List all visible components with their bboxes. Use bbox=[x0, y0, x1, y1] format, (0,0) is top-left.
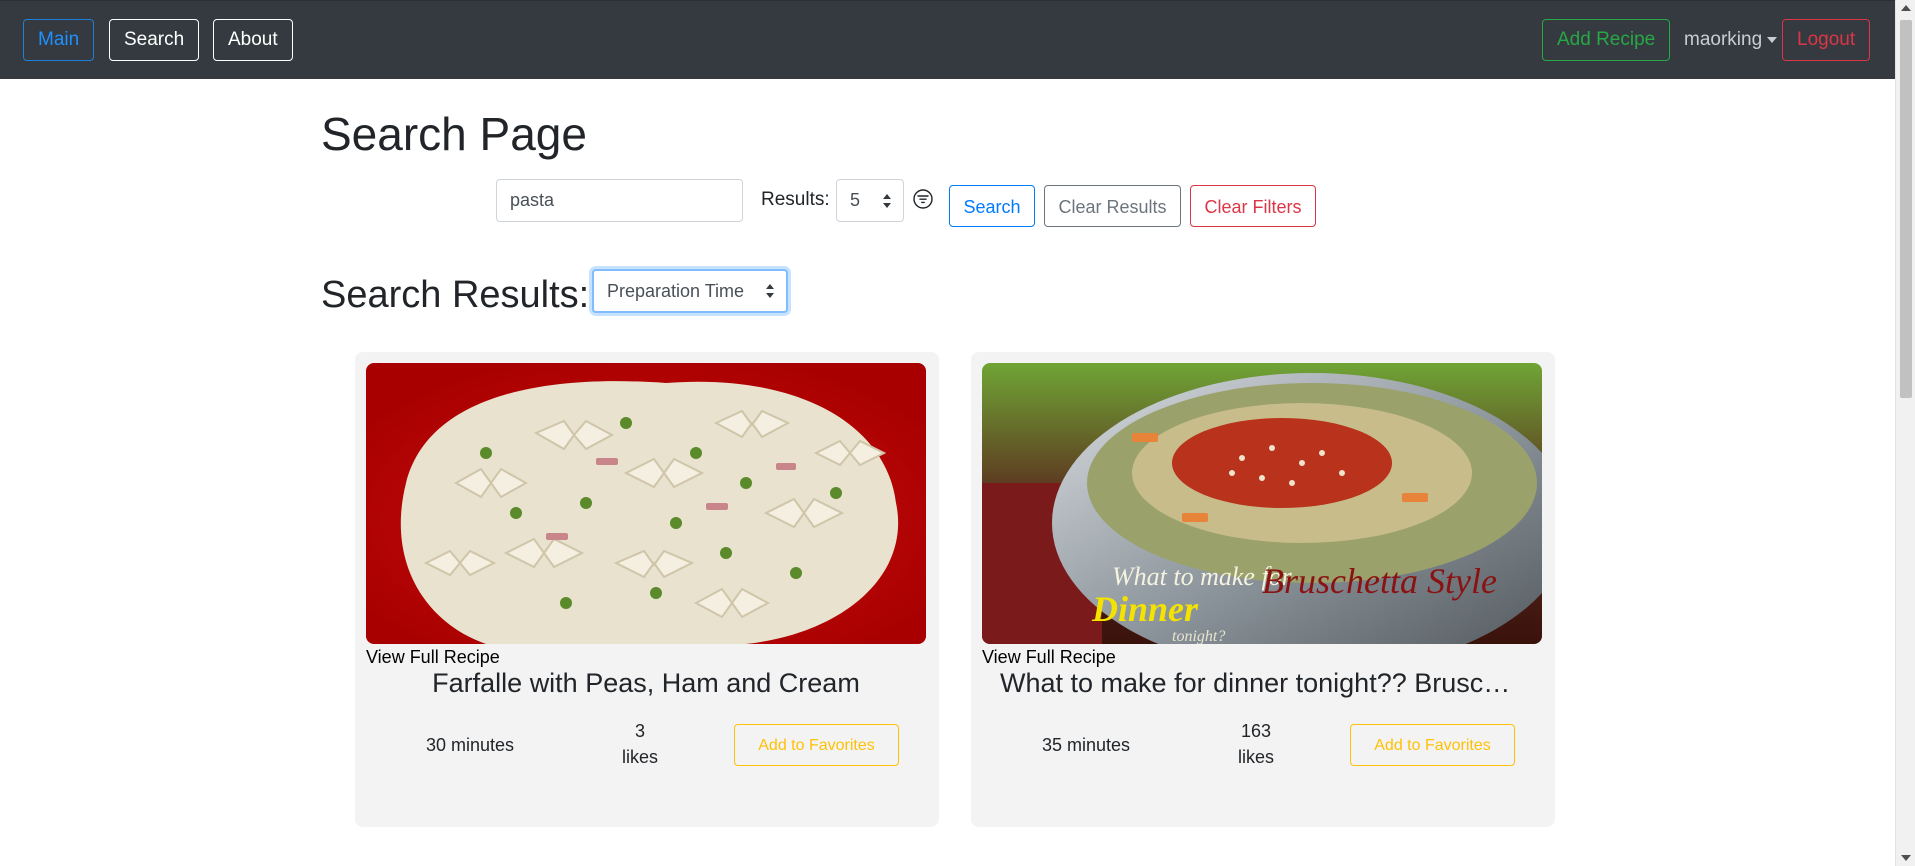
sort-select[interactable]: Preparation Time bbox=[592, 269, 788, 313]
caret-down-icon bbox=[1767, 36, 1778, 43]
scroll-up-arrow-icon[interactable] bbox=[1901, 5, 1911, 11]
likes-number: 163 bbox=[1240, 721, 1272, 741]
user-dropdown[interactable]: maorking bbox=[1684, 19, 1778, 61]
recipe-image[interactable]: What to make for Dinner tonight? Brusche… bbox=[982, 363, 1542, 644]
likes-count: 163 likes bbox=[1201, 718, 1311, 770]
clear-results-button[interactable]: Clear Results bbox=[1044, 185, 1181, 227]
logout-button[interactable]: Logout bbox=[1782, 19, 1871, 61]
recipe-card: What to make for Dinner tonight? Brusche… bbox=[971, 352, 1555, 827]
add-to-favorites-button[interactable]: Add to Favorites bbox=[1350, 724, 1515, 766]
likes-label: likes bbox=[621, 747, 658, 767]
recipe-title: What to make for dinner tonight?? Brusch… bbox=[1000, 668, 1542, 698]
filter-circle-icon[interactable] bbox=[912, 188, 934, 210]
likes-number: 3 bbox=[634, 721, 645, 741]
results-count-select[interactable]: 5 bbox=[836, 179, 904, 222]
image-text-line2: Dinner bbox=[1091, 589, 1199, 629]
sort-select-value: Preparation Time bbox=[607, 280, 745, 301]
recipe-image[interactable] bbox=[366, 363, 926, 644]
image-text-line4: Bruschetta Style bbox=[1262, 561, 1497, 601]
nav-main-button[interactable]: Main bbox=[23, 19, 95, 61]
results-count-value: 5 bbox=[850, 190, 861, 210]
nav-search-button[interactable]: Search bbox=[109, 19, 200, 61]
navbar: Main Search About Add Recipe maorking Lo… bbox=[0, 0, 1895, 79]
recipe-image-bruschetta: What to make for Dinner tonight? Brusche… bbox=[982, 363, 1542, 644]
view-full-recipe-link[interactable]: View Full Recipe bbox=[982, 646, 1116, 668]
search-button[interactable]: Search bbox=[949, 185, 1035, 227]
nav-about-button[interactable]: About bbox=[213, 19, 293, 61]
recipe-image-farfalle bbox=[366, 363, 926, 644]
page-scrollbar[interactable] bbox=[1895, 0, 1915, 866]
recipe-card: View Full Recipe Farfalle with Peas, Ham… bbox=[355, 352, 939, 827]
clear-filters-button[interactable]: Clear Filters bbox=[1190, 185, 1316, 227]
image-text-line3: tonight? bbox=[1172, 628, 1225, 644]
view-full-recipe-link[interactable]: View Full Recipe bbox=[366, 646, 500, 668]
search-input[interactable] bbox=[496, 179, 743, 222]
scroll-down-arrow-icon[interactable] bbox=[1901, 855, 1911, 861]
scrollbar-thumb[interactable] bbox=[1900, 20, 1912, 398]
results-count-label: Results: bbox=[761, 189, 830, 210]
search-results-heading: Search Results: bbox=[321, 274, 590, 316]
page-title: Search Page bbox=[321, 108, 587, 160]
prep-time: 35 minutes bbox=[1041, 735, 1131, 755]
recipe-title: Farfalle with Peas, Ham and Cream bbox=[432, 668, 860, 698]
updown-arrows-icon bbox=[883, 193, 891, 208]
add-to-favorites-button[interactable]: Add to Favorites bbox=[734, 724, 899, 766]
add-recipe-button[interactable]: Add Recipe bbox=[1542, 19, 1671, 61]
updown-arrows-icon bbox=[766, 284, 774, 298]
likes-count: 3 likes bbox=[585, 718, 695, 770]
prep-time: 30 minutes bbox=[425, 735, 515, 755]
likes-label: likes bbox=[1237, 747, 1274, 767]
username-label: maorking bbox=[1684, 29, 1763, 50]
